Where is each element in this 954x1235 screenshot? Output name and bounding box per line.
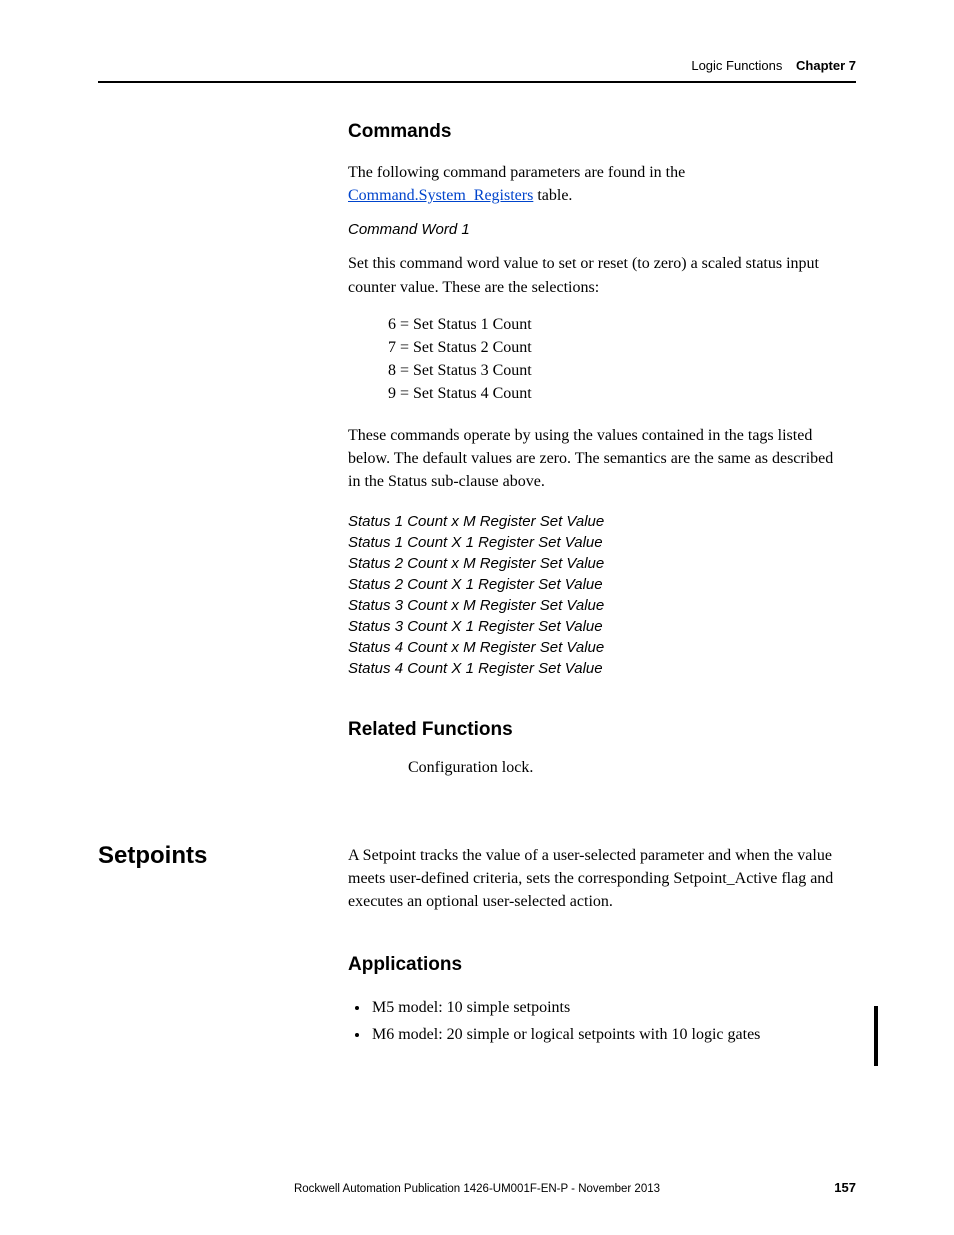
commands-intro-link[interactable]: Command.System_Registers: [348, 187, 533, 204]
register-item: Status 3 Count x M Register Set Value: [348, 595, 838, 616]
header-rule: [98, 81, 856, 83]
command-word-1-body: Set this command word value to set or re…: [348, 252, 838, 298]
register-item: Status 2 Count X 1 Register Set Value: [348, 574, 838, 595]
commands-intro-suffix: table.: [533, 187, 572, 204]
page-container: Logic Functions Chapter 7 Commands The f…: [0, 0, 954, 1235]
setpoints-body: A Setpoint tracks the value of a user-se…: [348, 844, 838, 914]
register-item: Status 1 Count X 1 Register Set Value: [348, 532, 838, 553]
selection-item: 8 = Set Status 3 Count: [388, 359, 838, 382]
commands-after-selections: These commands operate by using the valu…: [348, 424, 838, 494]
register-item: Status 4 Count x M Register Set Value: [348, 637, 838, 658]
related-heading: Related Functions: [348, 719, 838, 741]
applications-list: M5 model: 10 simple setpoints M6 model: …: [352, 994, 838, 1048]
change-bar-icon: [874, 1006, 878, 1066]
commands-intro-prefix: The following command parameters are fou…: [348, 164, 685, 181]
page-footer: Rockwell Automation Publication 1426-UM0…: [98, 1183, 856, 1195]
register-item: Status 1 Count x M Register Set Value: [348, 511, 838, 532]
applications-item: M6 model: 20 simple or logical setpoints…: [370, 1021, 838, 1048]
selection-item: 9 = Set Status 4 Count: [388, 382, 838, 405]
related-body: Configuration lock.: [408, 759, 838, 777]
register-item: Status 2 Count x M Register Set Value: [348, 553, 838, 574]
command-selections: 6 = Set Status 1 Count 7 = Set Status 2 …: [388, 313, 838, 406]
command-word-1-heading: Command Word 1: [348, 221, 838, 238]
commands-intro: The following command parameters are fou…: [348, 161, 838, 207]
applications-item: M5 model: 10 simple setpoints: [370, 994, 838, 1021]
running-header: Logic Functions Chapter 7: [98, 58, 856, 81]
related-functions-section: Related Functions Configuration lock.: [348, 719, 838, 777]
setpoints-section: Setpoints A Setpoint tracks the value of…: [98, 842, 856, 1048]
footer-page-number: 157: [834, 1180, 856, 1195]
header-chapter: Chapter 7: [796, 58, 856, 73]
selection-item: 7 = Set Status 2 Count: [388, 336, 838, 359]
selection-item: 6 = Set Status 1 Count: [388, 313, 838, 336]
footer-publication: Rockwell Automation Publication 1426-UM0…: [294, 1183, 660, 1195]
commands-section: Commands The following command parameter…: [98, 121, 856, 777]
setpoints-side-heading: Setpoints: [98, 842, 348, 871]
register-item: Status 4 Count X 1 Register Set Value: [348, 658, 838, 679]
commands-heading: Commands: [348, 121, 838, 143]
header-breadcrumb: Logic Functions: [691, 58, 782, 73]
content-area: Commands The following command parameter…: [98, 121, 856, 1048]
register-list: Status 1 Count x M Register Set Value St…: [348, 511, 838, 679]
applications-heading: Applications: [348, 954, 838, 976]
applications-section: Applications M5 model: 10 simple setpoin…: [348, 954, 838, 1048]
register-item: Status 3 Count X 1 Register Set Value: [348, 616, 838, 637]
